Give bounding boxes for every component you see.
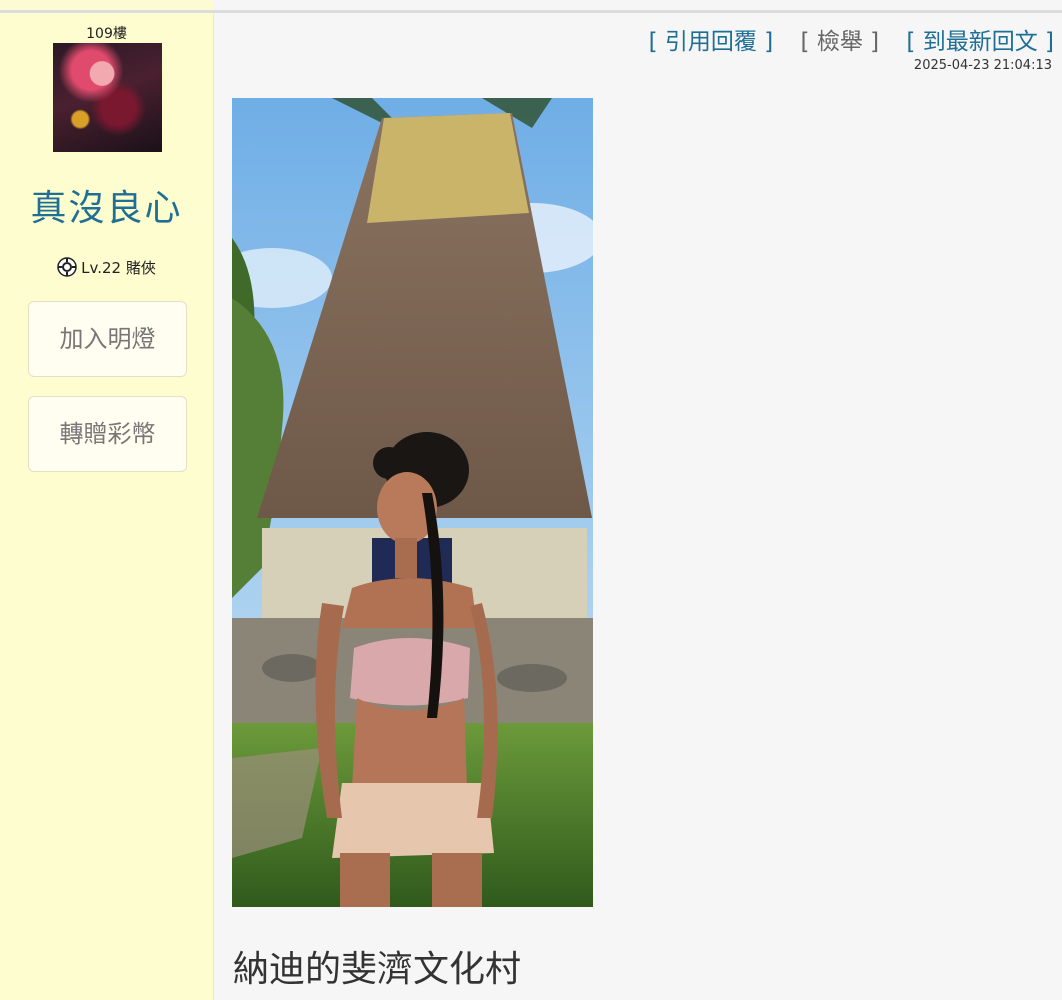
- user-level-text: Lv.22 賭俠: [81, 259, 156, 277]
- latest-reply-link[interactable]: [ 到最新回文 ]: [906, 29, 1054, 55]
- post-actions: [ 引用回覆 ] [ 檢舉 ] [ 到最新回文 ]: [629, 22, 1054, 56]
- username[interactable]: 真沒良心: [0, 179, 213, 231]
- post-caption: 納迪的斐濟文化村: [233, 949, 522, 990]
- post-image[interactable]: [232, 98, 593, 907]
- floor-number: 109樓: [86, 26, 127, 42]
- post-image-scene: [232, 98, 593, 907]
- add-light-button[interactable]: 加入明燈: [28, 301, 187, 377]
- post-timestamp: 2025-04-23 21:04:13: [913, 58, 1052, 73]
- poker-chip-icon: [57, 257, 77, 277]
- user-level: Lv.22 賭俠: [0, 257, 213, 278]
- top-sidebar-cap: [0, 0, 213, 10]
- report-link[interactable]: [ 檢舉 ]: [801, 29, 880, 55]
- user-sidebar: 109樓 真沒良心 Lv.22 賭俠 加入明燈 轉贈彩幣: [0, 13, 214, 1000]
- gift-coins-button[interactable]: 轉贈彩幣: [28, 396, 187, 472]
- avatar[interactable]: [53, 43, 162, 152]
- quote-reply-link[interactable]: [ 引用回覆 ]: [649, 29, 774, 55]
